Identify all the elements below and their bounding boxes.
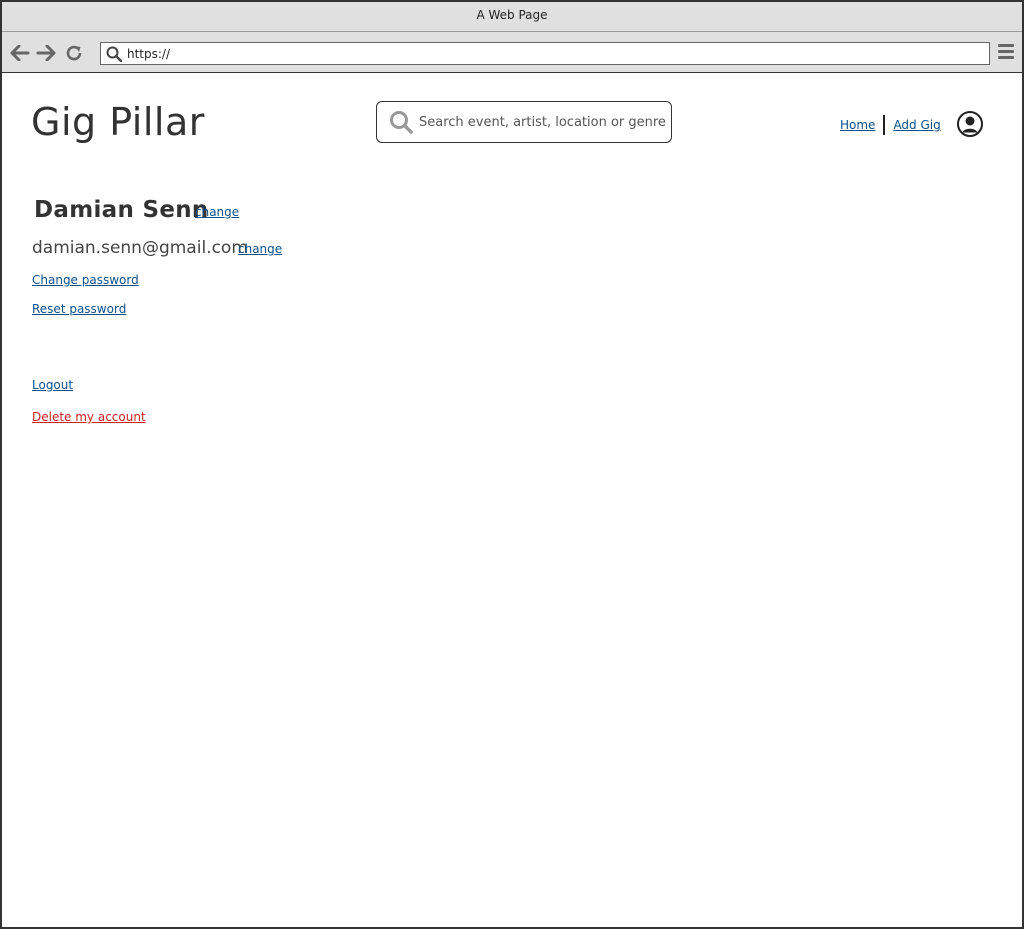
- user-avatar-icon[interactable]: [956, 110, 984, 138]
- reset-password-link[interactable]: Reset password: [32, 302, 126, 316]
- address-bar[interactable]: [100, 42, 990, 65]
- nav-home-link[interactable]: Home: [840, 118, 875, 132]
- search-icon: [103, 43, 125, 64]
- browser-toolbar: [2, 32, 1022, 73]
- search-input[interactable]: [419, 114, 669, 130]
- hamburger-menu-icon[interactable]: [997, 44, 1015, 62]
- reload-icon[interactable]: [64, 43, 84, 63]
- profile-name: Damian Senn: [34, 197, 209, 223]
- nav-divider: [883, 115, 886, 135]
- browser-window: A Web Page Gig Pillar Home Add Gig: [0, 0, 1024, 929]
- logout-link[interactable]: Logout: [32, 378, 73, 392]
- change-name-link[interactable]: change: [195, 205, 239, 219]
- nav-add-gig-link[interactable]: Add Gig: [893, 118, 940, 132]
- window-title: A Web Page: [2, 2, 1022, 32]
- search-icon: [387, 108, 415, 136]
- profile-email: damian.senn@gmail.com: [32, 238, 248, 258]
- forward-arrow-icon[interactable]: [36, 43, 56, 63]
- change-password-link[interactable]: Change password: [32, 273, 139, 287]
- delete-account-link[interactable]: Delete my account: [32, 410, 146, 424]
- site-search[interactable]: [376, 101, 672, 143]
- url-input[interactable]: [125, 43, 965, 64]
- change-email-link[interactable]: change: [238, 242, 282, 256]
- back-arrow-icon[interactable]: [10, 43, 30, 63]
- site-logo[interactable]: Gig Pillar: [31, 100, 205, 144]
- top-navigation: Home Add Gig: [840, 114, 941, 136]
